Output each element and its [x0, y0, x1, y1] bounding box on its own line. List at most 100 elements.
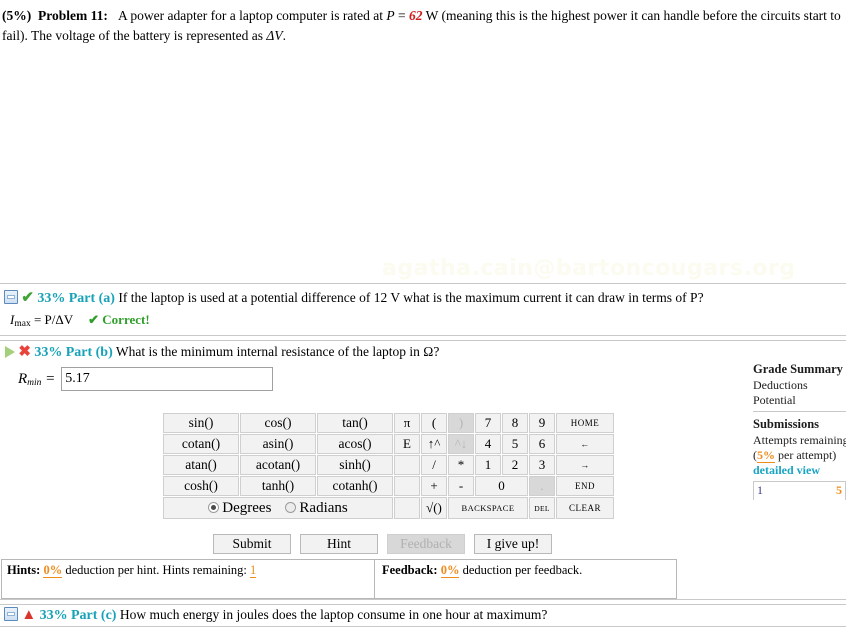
key-minus[interactable]: - — [448, 476, 474, 496]
feedback-panel: Feedback: 0% deduction per feedback. — [375, 560, 676, 598]
answer-symbol: R — [18, 370, 28, 387]
key-3[interactable]: 3 — [529, 455, 555, 475]
hints-remaining: 1 — [250, 563, 257, 578]
answer-input[interactable] — [61, 367, 274, 391]
hints-feedback-box: Hints: 0% deduction per hint. Hints rema… — [1, 559, 677, 599]
key-blank-5 — [394, 497, 420, 519]
problem-text-before: A power adapter for a laptop computer is… — [118, 8, 384, 23]
part-a-percent: 33% — [37, 291, 66, 306]
key-pi[interactable]: π — [394, 413, 420, 433]
submission-score: 5 — [836, 483, 842, 497]
submit-button[interactable]: Submit — [213, 534, 291, 554]
key-2[interactable]: 2 — [502, 455, 528, 475]
grade-summary-panel: Grade Summary Deductions Potential 9 Sub… — [753, 362, 846, 500]
part-b-header[interactable]: ✖ 33% Part (b) What is the minimum inter… — [0, 344, 846, 361]
key-acos[interactable]: acos() — [317, 434, 393, 454]
feedback-text: deduction per feedback. — [462, 563, 583, 577]
key-power-down: ^↓ — [448, 434, 474, 454]
grade-summary-title: Grade Summary — [753, 362, 843, 376]
label-radians: Radians — [299, 499, 348, 516]
collapse-icon[interactable] — [4, 607, 18, 621]
keypad-row-2: cotan() asin() acos() E ↑^ ^↓ 4 5 6 ← — [163, 434, 614, 454]
key-asin[interactable]: asin() — [240, 434, 316, 454]
key-del[interactable]: DEL — [529, 497, 555, 519]
key-cosh[interactable]: cosh() — [163, 476, 239, 496]
key-sinh[interactable]: sinh() — [317, 455, 393, 475]
hint-button[interactable]: Hint — [300, 534, 378, 554]
key-0[interactable]: 0 — [475, 476, 528, 496]
submissions-table-row: 1 5 — [753, 481, 846, 500]
key-atan[interactable]: atan() — [163, 455, 239, 475]
key-backspace[interactable]: BACKSPACE — [448, 497, 528, 519]
key-7[interactable]: 7 — [475, 413, 501, 433]
deductions-row: Deductions — [753, 378, 846, 393]
problem-unit: W — [425, 8, 439, 23]
key-6[interactable]: 6 — [529, 434, 555, 454]
key-plus[interactable]: + — [421, 476, 447, 496]
hints-panel: Hints: 0% deduction per hint. Hints rema… — [2, 560, 375, 598]
expand-icon[interactable] — [5, 346, 15, 358]
per-attempt-note: (5% per attempt) — [753, 448, 846, 463]
key-blank-4 — [394, 476, 420, 496]
key-5[interactable]: 5 — [502, 434, 528, 454]
key-sqrt[interactable]: √() — [421, 497, 447, 519]
key-power-up[interactable]: ↑^ — [421, 434, 447, 454]
part-c-percent: 33% — [39, 608, 68, 623]
problem-weight: (5%) — [2, 8, 32, 23]
key-8[interactable]: 8 — [502, 413, 528, 433]
feedback-button: Feedback — [387, 534, 465, 554]
detailed-view-link[interactable]: detailed view — [753, 463, 846, 478]
radio-radians[interactable] — [285, 501, 297, 513]
key-blank-3 — [394, 455, 420, 475]
divider-part-c-top — [0, 604, 846, 605]
key-clear[interactable]: CLEAR — [556, 497, 614, 519]
key-sin[interactable]: sin() — [163, 413, 239, 433]
per-attempt-percent: 5% — [757, 448, 775, 463]
problem-statement: (5%) Problem 11: A power adapter for a l… — [0, 0, 846, 45]
key-home[interactable]: HOME — [556, 413, 614, 433]
radio-degrees[interactable] — [208, 501, 220, 513]
attempts-remaining: Attempts remaining — [753, 433, 846, 447]
part-a-answer-subscript: max — [14, 319, 31, 329]
key-tanh[interactable]: tanh() — [240, 476, 316, 496]
angle-mode-row[interactable]: Degrees Radians — [163, 497, 393, 519]
divider-above-part-b — [0, 340, 846, 341]
label-degrees: Degrees — [222, 499, 272, 516]
key-cotanh[interactable]: cotanh() — [317, 476, 393, 496]
key-arrow-right[interactable]: → — [556, 455, 614, 475]
key-decimal-point: . — [529, 476, 555, 496]
key-cotan[interactable]: cotan() — [163, 434, 239, 454]
deductions-label: Deductions — [753, 378, 808, 392]
keypad-row-1: sin() cos() tan() π ( ) 7 8 9 HOME — [163, 413, 614, 433]
key-e[interactable]: E — [394, 434, 420, 454]
per-attempt-rest: per attempt) — [775, 448, 837, 462]
feedback-label: Feedback: — [382, 563, 438, 577]
part-a-answer: Imax = P/ΔV ✔ Correct! — [10, 312, 150, 329]
key-1[interactable]: 1 — [475, 455, 501, 475]
part-a-question: If the laptop is used at a potential dif… — [118, 290, 704, 305]
problem-value: 62 — [409, 8, 423, 23]
key-multiply[interactable]: * — [448, 455, 474, 475]
key-open-paren[interactable]: ( — [421, 413, 447, 433]
collapse-icon[interactable] — [4, 290, 18, 304]
key-tan[interactable]: tan() — [317, 413, 393, 433]
answer-row: Rmin = — [18, 367, 274, 391]
check-icon: ✔ — [21, 290, 34, 306]
answer-label: Rmin = — [18, 371, 55, 388]
divider-above-part-c — [0, 599, 846, 600]
key-cos[interactable]: cos() — [240, 413, 316, 433]
calculator-keypad[interactable]: sin() cos() tan() π ( ) 7 8 9 HOME cotan… — [162, 412, 615, 520]
key-end[interactable]: END — [556, 476, 614, 496]
give-up-button[interactable]: I give up! — [474, 534, 552, 554]
key-4[interactable]: 4 — [475, 434, 501, 454]
divider-above-part-a — [0, 283, 846, 284]
key-divide[interactable]: / — [421, 455, 447, 475]
keypad-row-3: atan() acotan() sinh() / * 1 2 3 → — [163, 455, 614, 475]
part-a-header[interactable]: ✔ 33% Part (a) If the laptop is used at … — [0, 290, 846, 307]
key-9[interactable]: 9 — [529, 413, 555, 433]
key-arrow-left[interactable]: ← — [556, 434, 614, 454]
part-c-header[interactable]: ▲ 33% Part (c) How much energy in joules… — [0, 607, 846, 624]
key-acotan[interactable]: acotan() — [240, 455, 316, 475]
submissions-title: Submissions — [753, 417, 820, 431]
submission-index: 1 — [757, 483, 763, 497]
